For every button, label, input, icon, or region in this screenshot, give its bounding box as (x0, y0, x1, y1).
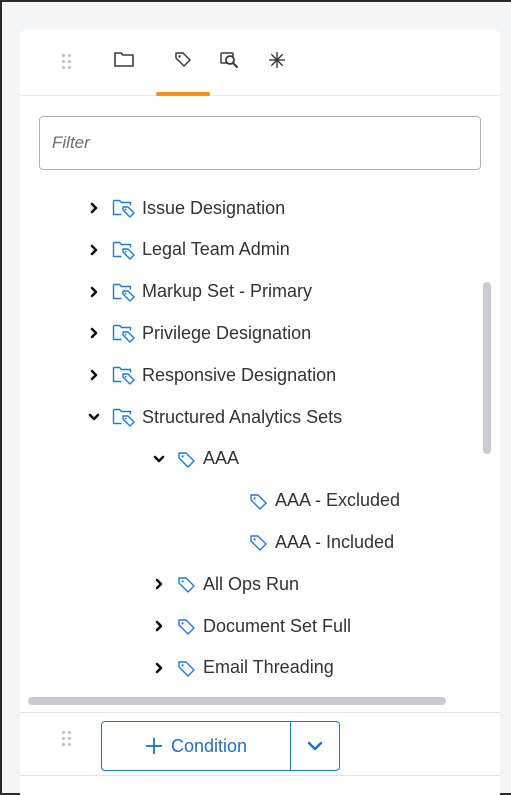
tree-item-label: Responsive Designation (142, 364, 337, 385)
tag-folder-icon (112, 408, 135, 427)
tag-folder-icon (112, 325, 135, 344)
tree-item-label: Structured Analytics Sets (142, 406, 343, 427)
tree-item[interactable]: Responsive Designation (86, 358, 336, 392)
tree-toggle[interactable] (151, 576, 167, 592)
window-border-top (0, 0, 511, 2)
chevron-right-icon (155, 620, 163, 632)
tree-item[interactable]: Issue Designation (86, 191, 285, 225)
tab-saved-searches[interactable] (216, 50, 244, 80)
tree-item-label: Email Threading (203, 657, 334, 678)
tree-toggle[interactable] (86, 409, 102, 425)
tab-tags[interactable] (169, 50, 197, 80)
chevron-right-icon (90, 369, 98, 381)
tree-item-label: AAA (203, 448, 240, 469)
tree-toggle[interactable] (86, 325, 102, 341)
chevron-right-icon (90, 328, 98, 339)
field-tree-panel: Issue Designation Legal Team Admin Markup … (20, 30, 500, 795)
tag-folder-icon (112, 198, 136, 218)
vertical-scrollbar[interactable] (483, 282, 491, 454)
tag-folder-icon (112, 241, 135, 260)
window-border-left (0, 0, 2, 795)
chevron-down-icon (153, 455, 165, 463)
tree-item-label: Issue Designation (142, 197, 286, 218)
tree-item[interactable]: Email Threading (151, 651, 334, 685)
chevron-right-icon (90, 244, 98, 256)
tag-icon (177, 450, 197, 468)
tree-item[interactable]: Markup Set - Primary (86, 275, 312, 309)
tree-item[interactable]: AAA - Excluded (249, 484, 400, 518)
tab-fields[interactable] (263, 50, 291, 80)
tree-item-label: Legal Team Admin (142, 239, 290, 260)
tag-icon (177, 575, 197, 593)
tree-toggle[interactable] (151, 660, 167, 676)
tree-item[interactable]: AAA (151, 442, 239, 476)
tab-folders[interactable] (110, 50, 138, 80)
tree-item-label: Markup Set - Primary (142, 281, 313, 302)
tag-icon (175, 52, 191, 67)
panel-tabbar (20, 30, 500, 96)
asterisk-icon (269, 52, 285, 68)
tree-item-label: Privilege Designation (142, 322, 312, 343)
tag-icon (178, 619, 195, 635)
add-condition-label: Condition (170, 735, 248, 756)
tag-folder-icon (112, 282, 136, 302)
chevron-right-icon (155, 578, 163, 590)
chevron-down-icon (307, 741, 323, 751)
chevron-right-icon (155, 662, 163, 674)
plus-icon (145, 738, 162, 754)
tag-icon (178, 661, 195, 677)
tag-icon (178, 452, 195, 468)
saved-search-icon (220, 52, 238, 68)
tag-folder-icon (112, 323, 136, 344)
tag-icon (250, 493, 267, 510)
chevron-down-icon (88, 413, 100, 421)
tree-toggle[interactable] (86, 284, 102, 300)
filter-input[interactable] (39, 116, 481, 170)
tree-item[interactable]: Privilege Designation (86, 316, 311, 350)
tree-toggle[interactable] (86, 367, 102, 383)
panel-footer: Condition (20, 712, 500, 795)
tag-folder-icon (112, 366, 135, 385)
tag-folder-icon (112, 240, 136, 260)
tree-toggle[interactable] (151, 451, 167, 467)
folder-icon (114, 52, 134, 67)
tree-toggle[interactable] (151, 618, 167, 634)
tree-item-label: AAA - Included (275, 531, 395, 552)
tree-item[interactable]: Legal Team Admin (86, 233, 290, 267)
tag-folder-icon (112, 199, 135, 218)
tree-toggle[interactable] (86, 242, 102, 258)
tag-icon (249, 533, 269, 552)
chevron-right-icon (90, 202, 98, 214)
tag-icon (177, 617, 197, 635)
tag-icon (178, 577, 195, 593)
drag-handle-icon[interactable] (62, 54, 71, 69)
tag-folder-icon (112, 407, 136, 427)
tag-folder-icon (112, 283, 135, 302)
condition-dropdown-button[interactable] (290, 721, 340, 771)
active-tab-indicator (156, 92, 210, 96)
tree-item-label: Document Set Full (203, 615, 352, 636)
footer-divider (20, 775, 500, 776)
tag-icon (250, 535, 267, 552)
tree-item-label: All Ops Run (203, 573, 300, 594)
tree-toggle[interactable] (86, 200, 102, 216)
tree-item[interactable]: AAA - Included (249, 525, 394, 559)
tree-item[interactable]: Document Set Full (151, 609, 351, 643)
drag-handle-icon[interactable] (62, 731, 71, 746)
tree-item[interactable]: Structured Analytics Sets (86, 400, 342, 434)
tree-item-label: AAA - Excluded (275, 490, 401, 511)
tag-folder-icon (112, 365, 136, 385)
tag-icon (249, 492, 269, 510)
horizontal-scrollbar[interactable] (28, 697, 446, 705)
tree-item[interactable]: All Ops Run (151, 567, 299, 601)
tag-tree: Issue Designation Legal Team Admin Markup … (20, 190, 480, 690)
chevron-right-icon (90, 286, 98, 297)
tag-icon (177, 659, 197, 677)
add-condition-button[interactable]: Condition (101, 721, 291, 771)
